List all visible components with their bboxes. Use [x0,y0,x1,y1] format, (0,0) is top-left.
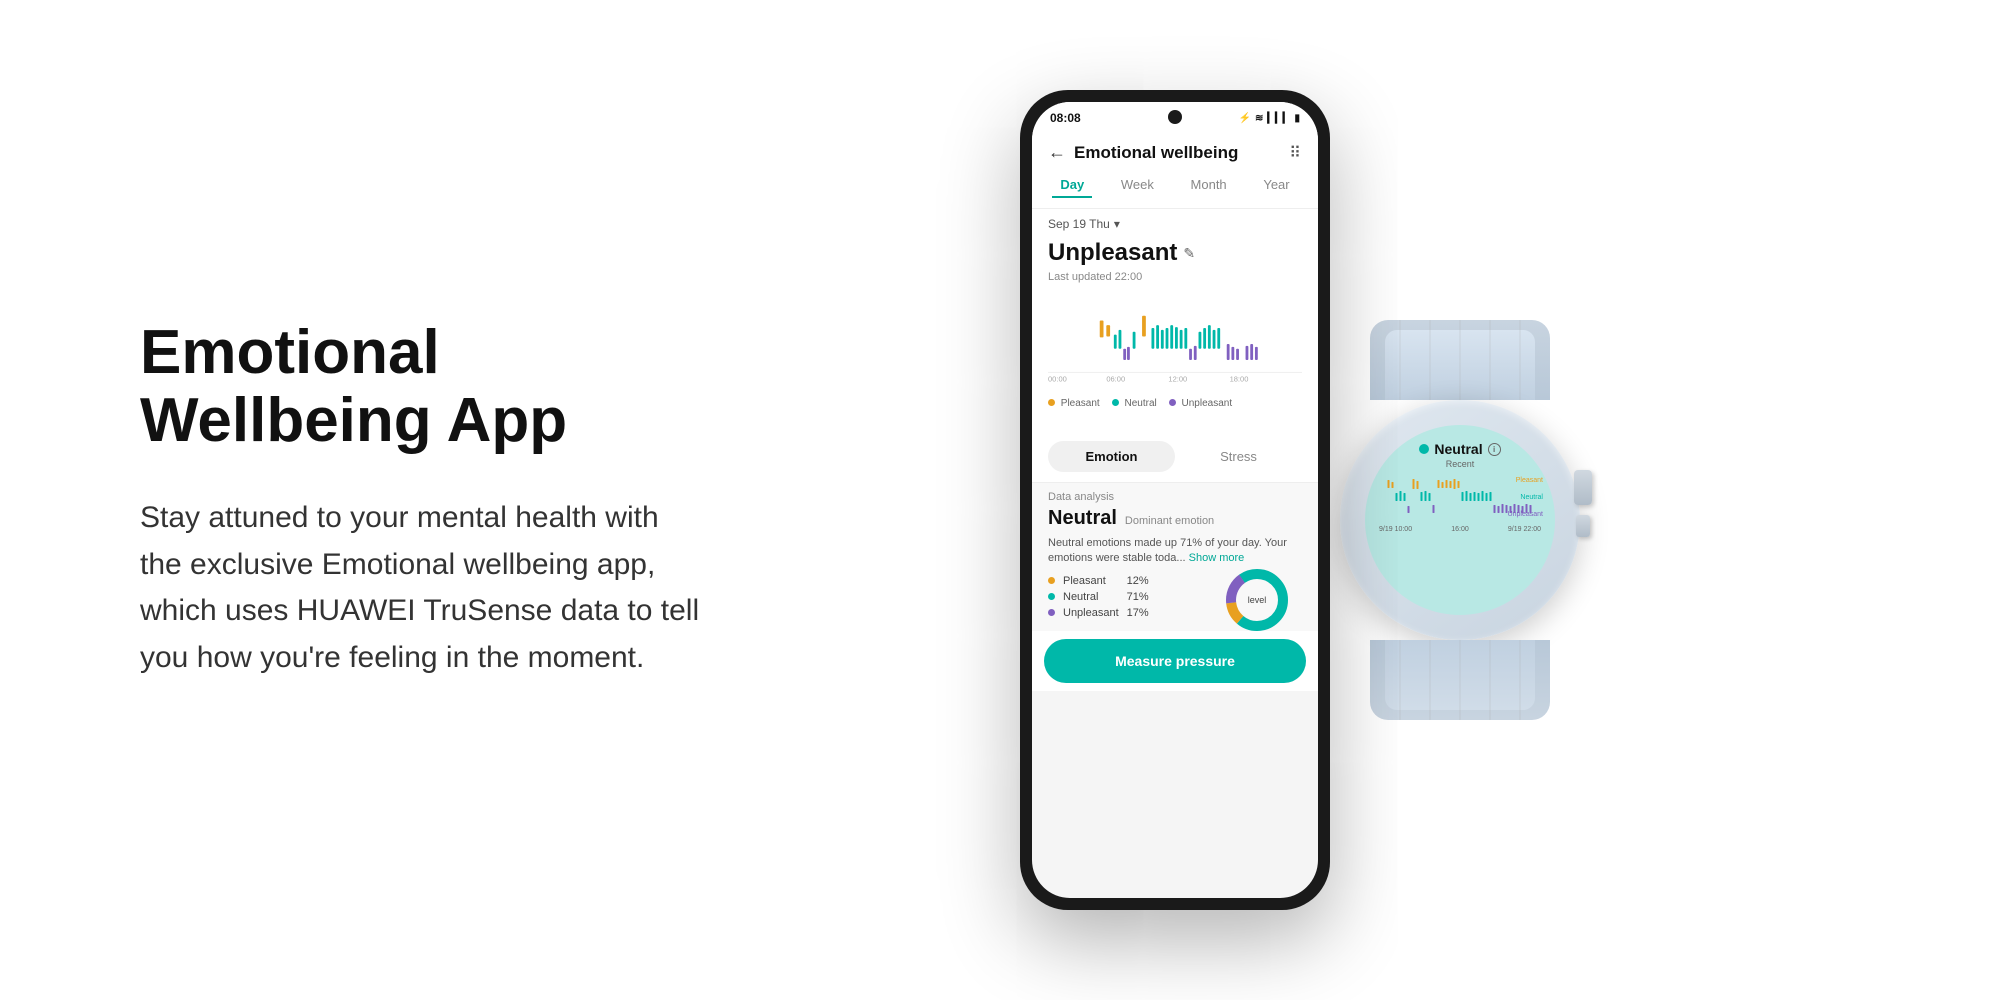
pleasant-breakdown-label: Pleasant [1063,575,1119,587]
page-title: Emotional Wellbeing App [140,319,700,455]
watch-body: Neutral i Recent [1340,400,1580,640]
battery-icon: ▮ [1294,113,1300,124]
stress-toggle-btn[interactable]: Stress [1175,441,1302,472]
watch-emotion-labels: Pleasant Neutral Unpleasant [1508,477,1543,518]
unpleasant-breakdown-dot [1048,609,1055,616]
chart-area: 00:00 06:00 12:00 18:00 Pleasant [1032,291,1318,431]
watch-neutral-dot [1419,444,1429,454]
emotion-breakdown: Pleasant 12% Neutral 71% [1048,575,1149,619]
bluetooth-icon: ⚡ [1239,113,1251,124]
emotion-header: Unpleasant ✎ [1032,235,1318,269]
watch-time-start: 9/19 10:00 [1379,526,1412,533]
neutral-breakdown-label: Neutral [1063,591,1119,603]
app-header: ← Emotional wellbeing ⠿ [1032,134,1318,173]
watch-crown [1574,470,1592,505]
emotion-toggle-btn[interactable]: Emotion [1048,441,1175,472]
watch-neutral-emotion-label: Neutral [1520,494,1543,501]
svg-text:06:00: 06:00 [1106,375,1125,384]
legend-pleasant: Pleasant [1048,398,1100,409]
more-options-icon[interactable]: ⠿ [1289,143,1302,163]
svg-text:12:00: 12:00 [1168,375,1187,384]
status-icons: ⚡ ≋ ▎▎▎ ▮ [1239,113,1300,124]
date-dropdown-icon[interactable]: ▾ [1114,217,1120,231]
tab-week[interactable]: Week [1113,173,1162,198]
watch-time-end: 9/19 22:00 [1508,526,1541,533]
watch-crown-small [1576,515,1590,537]
unpleasant-breakdown-label: Unpleasant [1063,607,1119,619]
pleasant-row: Pleasant 12% [1048,575,1149,587]
measure-pressure-button[interactable]: Measure pressure [1044,639,1306,683]
neutral-dot [1112,399,1119,406]
watch-device: Neutral i Recent [1320,320,1600,660]
emotion-status-title: Unpleasant [1048,239,1177,267]
page-container: Emotional Wellbeing App Stay attuned to … [0,0,2000,1000]
watch-pleasant-label: Pleasant [1516,477,1543,484]
dominant-emotion: Neutral Dominant emotion [1048,507,1302,530]
show-more-link[interactable]: Show more [1189,552,1245,564]
unpleasant-row: Unpleasant 17% [1048,607,1149,619]
svg-text:18:00: 18:00 [1230,375,1249,384]
tab-day[interactable]: Day [1052,173,1092,198]
watch-screen: Neutral i Recent [1365,425,1555,615]
tab-month[interactable]: Month [1183,173,1235,198]
svg-text:level: level [1248,595,1267,605]
watch-unpleasant-label: Unpleasant [1508,511,1543,518]
legend-neutral: Neutral [1112,398,1157,409]
chart-legend: Pleasant Neutral Unpleasant [1048,394,1302,413]
unpleasant-breakdown-value: 17% [1127,607,1149,619]
donut-chart: level [1222,565,1292,640]
neutral-breakdown-dot [1048,593,1055,600]
watch-outer-shell: Neutral i Recent [1320,320,1600,660]
camera-notch [1168,110,1182,124]
phone-device: 08:08 ⚡ ≋ ▎▎▎ ▮ ← Emotional wellbeing ⠿ [1020,90,1330,910]
watch-info-icon[interactable]: i [1488,443,1501,456]
emotion-chart: 00:00 06:00 12:00 18:00 [1048,299,1302,389]
page-description: Stay attuned to your mental health with … [140,495,700,681]
devices-section: 08:08 ⚡ ≋ ▎▎▎ ▮ ← Emotional wellbeing ⠿ [700,0,1920,1000]
app-title: Emotional wellbeing [1074,143,1289,163]
phone-outer-shell: 08:08 ⚡ ≋ ▎▎▎ ▮ ← Emotional wellbeing ⠿ [1020,90,1330,910]
svg-text:00:00: 00:00 [1048,375,1067,384]
neutral-breakdown-value: 71% [1127,591,1149,603]
data-analysis-section: Data analysis Neutral Dominant emotion N… [1032,482,1318,631]
watch-time-mid: 16:00 [1451,526,1469,533]
dominant-emotion-name: Neutral [1048,507,1117,530]
watch-neutral-label: Neutral i [1419,441,1500,457]
text-section: Emotional Wellbeing App Stay attuned to … [80,319,700,681]
back-arrow-icon[interactable]: ← [1048,142,1066,163]
watch-strap-top [1370,320,1550,400]
neutral-row: Neutral 71% [1048,591,1149,603]
watch-chart: Pleasant Neutral Unpleasant [1375,477,1545,522]
date-label: Sep 19 Thu [1048,217,1110,231]
edit-icon[interactable]: ✎ [1183,245,1195,262]
pleasant-dot [1048,399,1055,406]
app-content: Sep 19 Thu ▾ Unpleasant ✎ Last updated 2… [1032,209,1318,691]
legend-unpleasant: Unpleasant [1169,398,1232,409]
pleasant-breakdown-value: 12% [1127,575,1149,587]
wifi-icon: ≋ [1255,113,1263,124]
tabs-bar: Day Week Month Year [1032,173,1318,209]
date-row: Sep 19 Thu ▾ [1032,209,1318,235]
last-updated-label: Last updated 22:00 [1032,269,1318,291]
dominant-emotion-sub: Dominant emotion [1125,515,1214,527]
pleasant-breakdown-dot [1048,577,1055,584]
signal-icon: ▎▎▎ [1267,113,1290,124]
watch-neutral-text: Neutral [1434,441,1482,457]
status-time: 08:08 [1050,111,1081,125]
watch-recent-label: Recent [1446,459,1475,469]
tab-year[interactable]: Year [1255,173,1297,198]
emotion-stress-toggle: Emotion Stress [1032,431,1318,482]
emotion-description: Neutral emotions made up 71% of your day… [1048,536,1302,567]
unpleasant-dot [1169,399,1176,406]
watch-strap-bottom [1370,640,1550,720]
data-analysis-label: Data analysis [1048,491,1302,503]
phone-screen: 08:08 ⚡ ≋ ▎▎▎ ▮ ← Emotional wellbeing ⠿ [1032,102,1318,898]
watch-time-labels: 9/19 10:00 16:00 9/19 22:00 [1375,526,1545,533]
